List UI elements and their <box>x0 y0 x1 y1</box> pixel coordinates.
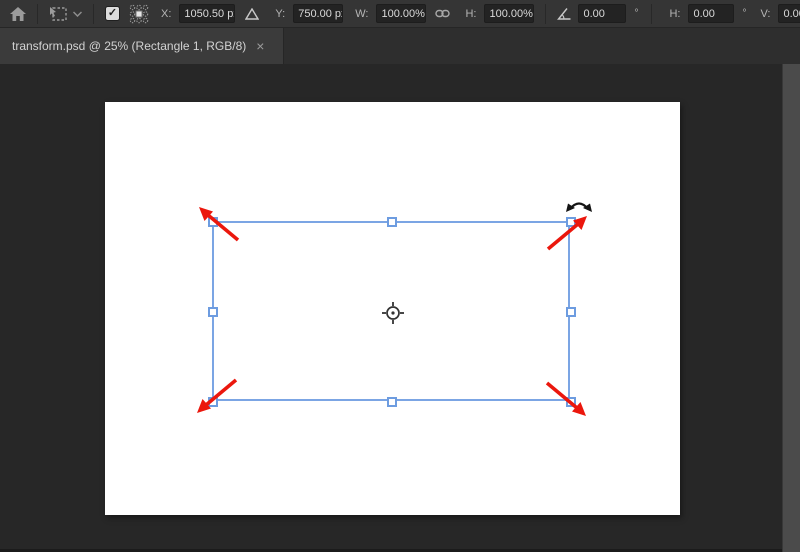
handle-bottom-left[interactable] <box>208 397 218 407</box>
reference-point-crosshair-icon[interactable] <box>381 301 405 325</box>
v-skew-label: V: <box>760 7 771 20</box>
reference-point-locator-icon[interactable] <box>129 4 149 24</box>
document-tab-title: transform.psd @ 25% (Rectangle 1, RGB/8) <box>12 39 247 53</box>
handle-bottom-center[interactable] <box>387 397 397 407</box>
divider <box>545 3 547 24</box>
x-position-field[interactable]: 1050.50 px <box>179 4 236 23</box>
panel-edge-strip <box>782 64 800 552</box>
divider <box>651 3 653 24</box>
document-tab[interactable]: transform.psd @ 25% (Rectangle 1, RGB/8)… <box>0 28 284 64</box>
handle-bottom-right[interactable] <box>566 397 576 407</box>
width-field-label: W: <box>355 7 369 20</box>
checkmark-icon: ✓ <box>107 7 118 19</box>
h-skew-label: H: <box>669 7 681 20</box>
toggle-reference-point-checkbox[interactable]: ✓ <box>105 6 120 21</box>
relative-positioning-icon[interactable] <box>245 7 260 20</box>
handle-middle-right[interactable] <box>566 307 576 317</box>
canvas-workspace <box>0 64 800 552</box>
options-bar: ✓ X: 1050.50 px Y: 750.00 px W: 100.00% … <box>0 0 800 28</box>
close-tab-icon[interactable]: × <box>256 39 264 53</box>
handle-top-right[interactable] <box>566 217 576 227</box>
move-tool-icon[interactable] <box>49 6 67 22</box>
y-field-label: Y: <box>275 7 286 20</box>
x-field-label: X: <box>161 7 172 20</box>
handle-middle-left[interactable] <box>208 307 218 317</box>
chevron-down-icon[interactable] <box>73 10 82 17</box>
maintain-aspect-ratio-icon[interactable] <box>435 9 451 18</box>
rotation-field[interactable]: 0.00 <box>578 4 627 23</box>
height-scale-field[interactable]: 100.00% <box>484 4 535 23</box>
width-scale-field[interactable]: 100.00% <box>376 4 427 23</box>
transform-bounding-box[interactable] <box>208 217 576 407</box>
v-skew-field[interactable]: 0.00 <box>778 4 800 23</box>
y-position-field[interactable]: 750.00 px <box>293 4 344 23</box>
height-field-label: H: <box>465 7 477 20</box>
h-skew-degree-unit: ° <box>742 8 747 19</box>
document-tab-bar: transform.psd @ 25% (Rectangle 1, RGB/8)… <box>0 28 800 64</box>
h-skew-field[interactable]: 0.00 <box>688 4 735 23</box>
home-icon[interactable] <box>10 6 26 21</box>
handle-top-center[interactable] <box>387 217 397 227</box>
rotation-angle-icon[interactable] <box>557 7 572 20</box>
divider <box>93 3 94 24</box>
divider <box>37 3 38 24</box>
handle-top-left[interactable] <box>208 217 218 227</box>
rotation-degree-unit: ° <box>634 8 639 19</box>
photoshop-window: ✓ X: 1050.50 px Y: 750.00 px W: 100.00% … <box>0 0 800 552</box>
